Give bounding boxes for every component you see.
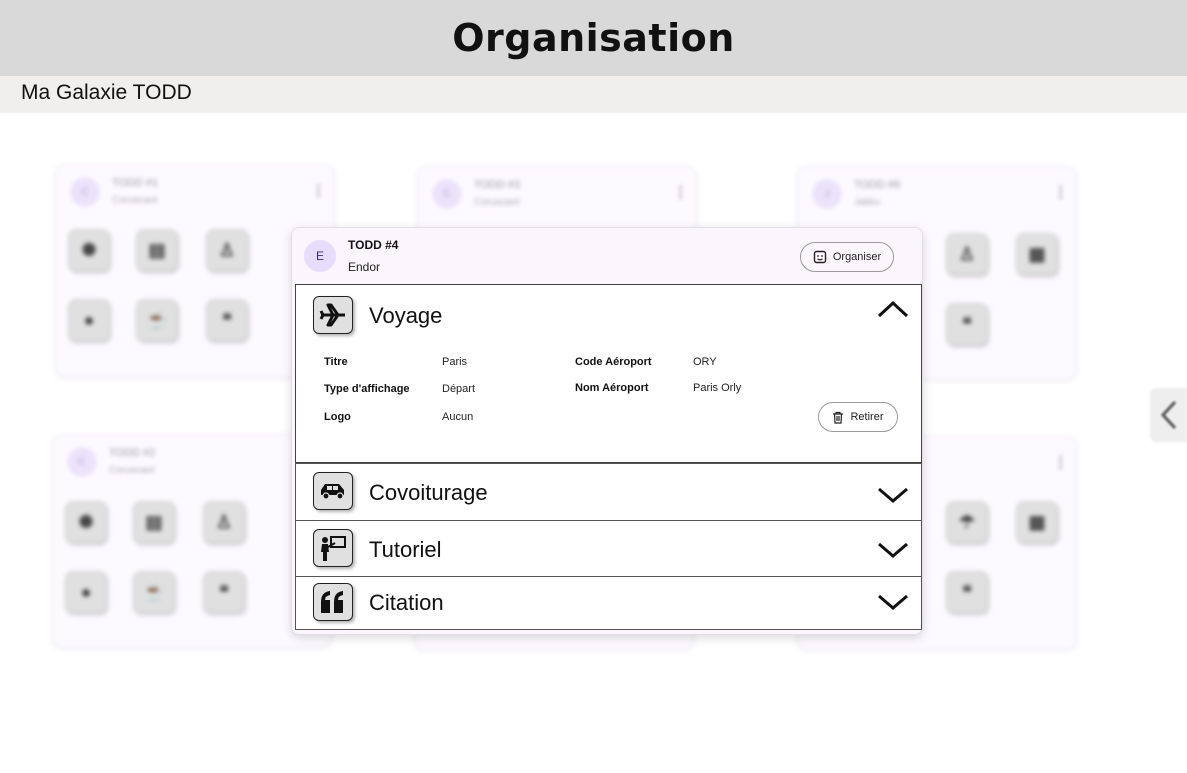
section-voyage: Voyage Titre Paris Type d'affichage Dépa… [295,284,922,463]
section-title: Voyage [369,303,443,328]
section-tutoriel[interactable]: Tutoriel [295,520,922,578]
calendar-icon[interactable]: ▦ [1016,501,1058,543]
field-value-titre: Paris [442,356,468,368]
quote-icon [313,583,353,621]
remove-button[interactable]: Retirer [818,402,898,432]
quote-icon[interactable]: ❝ [203,571,245,613]
quote-icon[interactable]: ❝ [206,299,248,341]
card-title: TODD #3 [474,179,521,191]
side-panel-toggle[interactable] [1150,388,1187,442]
card-subtitle: Coruscant [109,465,155,476]
field-label-titre: Titre [324,356,348,368]
location-icon[interactable]: ● [68,299,110,341]
section-covoiturage[interactable]: Covoiturage [295,463,922,522]
umbrella-icon[interactable]: ☂ [946,501,988,543]
quote-icon[interactable]: ❝ [946,571,988,613]
sticker-icon [813,250,827,264]
dialog-title: TODD #4 [348,238,399,252]
avatar: C [67,447,97,477]
teapot-icon[interactable]: ☕ [136,299,178,341]
person-icon[interactable]: ♙ [206,229,248,271]
chevron-down-icon[interactable] [876,484,910,506]
field-label-nom-aeroport: Nom Aéroport [575,382,649,394]
field-label-logo: Logo [324,411,351,423]
avatar: E [304,240,336,272]
section-title: Covoiturage [369,480,488,505]
remove-button-label: Retirer [850,411,884,423]
presentation-icon [313,529,353,567]
person-icon[interactable]: ♙ [946,233,988,275]
page-title: Organisation [452,16,735,60]
chevron-down-icon[interactable] [876,591,910,613]
printer-icon[interactable]: ▤ [133,501,175,543]
megaphone-icon[interactable]: ✺ [65,501,107,543]
chevron-left-icon [1160,400,1176,430]
more-menu-icon[interactable] [1059,185,1062,199]
dialog-subtitle: Endor [348,260,381,274]
breadcrumb-bar: Ma Galaxie TODD [0,76,1187,113]
car-icon [313,472,353,510]
chevron-down-icon[interactable] [876,539,910,561]
more-menu-icon[interactable] [679,185,682,199]
card-subtitle: Coruscant [474,197,520,208]
trash-icon [833,411,844,424]
organize-button-label: Organiser [832,251,882,263]
todd-organize-dialog: E TODD #4 Endor Organiser Voyage Titre P… [291,227,923,635]
dialog-header: E TODD #4 Endor Organiser [292,228,922,284]
field-value-logo: Aucun [442,411,474,423]
printer-icon[interactable]: ▤ [136,229,178,271]
person-icon[interactable]: ♙ [203,501,245,543]
avatar: C [70,177,100,207]
field-value-code-aeroport: ORY [693,356,717,368]
field-value-type: Départ [442,383,476,395]
calendar-icon[interactable]: ▦ [1016,233,1058,275]
quote-icon[interactable]: ❝ [946,303,988,345]
airplane-icon [313,296,353,334]
field-label-type: Type d'affichage [324,383,410,395]
avatar: C [432,179,462,209]
card-subtitle: Coruscant [112,195,158,206]
field-value-nom-aeroport: Paris Orly [693,382,742,394]
section-title: Tutoriel [369,537,442,562]
breadcrumb[interactable]: Ma Galaxie TODD [21,81,192,105]
avatar: J [812,179,842,209]
location-icon[interactable]: ● [65,571,107,613]
more-menu-icon[interactable] [1059,455,1062,469]
card-subtitle: Jakku [854,197,881,208]
organize-button[interactable]: Organiser [800,242,894,272]
card-title: TODD #2 [109,447,156,459]
chevron-up-icon[interactable] [876,299,910,321]
card-title: TODD #6 [854,179,901,191]
teapot-icon[interactable]: ☕ [133,571,175,613]
megaphone-icon[interactable]: ✺ [68,229,110,271]
more-menu-icon[interactable] [317,183,320,197]
section-citation[interactable]: Citation [295,576,922,630]
header: Organisation [0,0,1187,76]
card-title: TODD #1 [112,177,159,189]
background-card[interactable]: C TODD #2 Coruscant ✺ ▤ ♙ ● ☕ ❝ [52,434,332,648]
field-label-code-aeroport: Code Aéroport [575,356,652,368]
section-title: Citation [369,590,444,615]
